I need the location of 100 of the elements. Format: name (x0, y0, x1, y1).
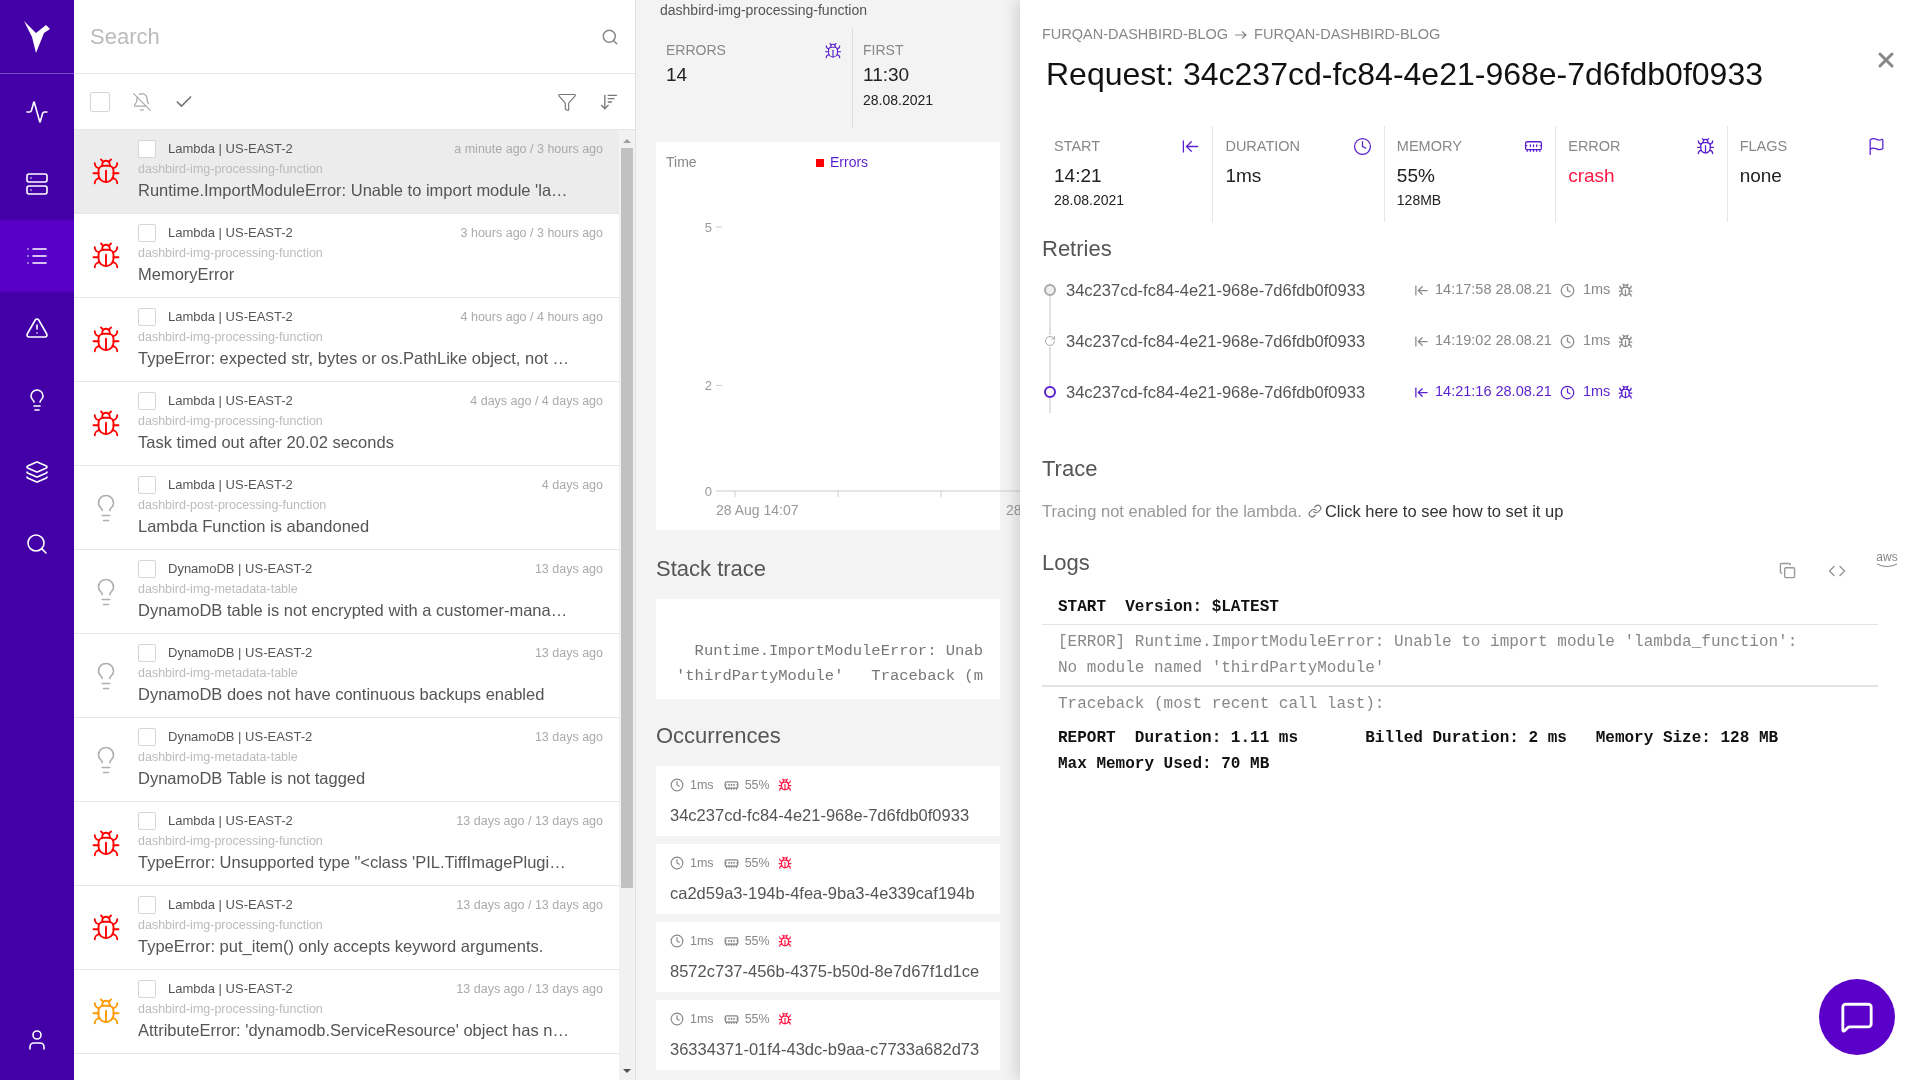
issue-message: MemoryError (138, 264, 236, 285)
clock-icon (670, 856, 684, 871)
stat-label: FIRST (863, 41, 904, 60)
stat-label: ERRORS (666, 41, 726, 60)
clock-icon (670, 1012, 684, 1027)
select-all-checkbox[interactable] (90, 91, 110, 112)
memory-label: 55% (744, 855, 770, 872)
clock-icon (1352, 137, 1372, 157)
issue-message: DynamoDB does not have continuous backups enabled (138, 684, 546, 705)
x-tick-label: 28 Aug 14:07 (716, 502, 799, 518)
setup-link[interactable]: Click here to see how to set it up (1324, 498, 1564, 524)
stat-value: crash (1568, 163, 1616, 188)
occurrence-card[interactable]: 1ms 55% 36334371-01f4-43dc-b9aa-c7733a682d73 (656, 1000, 1000, 1070)
retry-row[interactable]: 34c237cd-fc84-4e21-968e-7d6fdb0f0933 14:21:16 28.08.21 1ms (1044, 366, 1898, 418)
stat-label: START (1054, 136, 1101, 156)
stat-detail: 128MB (1396, 191, 1443, 210)
scroll-up-icon[interactable] (622, 136, 632, 146)
row-checkbox[interactable] (138, 224, 156, 242)
bug-icon (1618, 384, 1634, 400)
scroll-thumb[interactable] (621, 148, 633, 888)
section-title: Occurrences (655, 722, 782, 750)
occurrence-card[interactable]: 1ms 55% ca2d59a3-194b-4fea-9ba3-4e339caf194b (656, 844, 1000, 914)
row-checkbox[interactable] (138, 140, 156, 158)
search-icon[interactable] (601, 27, 619, 46)
request-title: Request: 34c237cd-fc84-4e21-968e-7d6fdb0f0933 (1046, 54, 1763, 94)
stat-label: DURATION (1225, 136, 1301, 156)
time-label: 4 days ago / 4 days ago (470, 392, 603, 410)
service-label: DynamoDB | US-EAST-2 (168, 644, 313, 663)
occurrence-card[interactable]: 1ms 55% 8572c737-456b-4375-b50d-8e7d67f1d1ce (656, 922, 1000, 992)
breadcrumb-item[interactable]: FURQAN-DASHBIRD-BLOG (1254, 24, 1441, 46)
retry-row[interactable]: 34c237cd-fc84-4e21-968e-7d6fdb0f0933 14:17:58 28.08.21 1ms (1044, 264, 1898, 316)
service-label: DynamoDB | US-EAST-2 (168, 560, 313, 579)
resource-name: dashbird-img-metadata-table (138, 665, 299, 682)
resource-name: dashbird-img-metadata-table (138, 581, 299, 598)
scrollbar[interactable] (619, 130, 635, 1080)
log-line: Traceback (most recent call last): (1058, 693, 1386, 715)
issue-message: Runtime.ImportModuleError: Unable to import module 'la… (138, 180, 569, 201)
row-checkbox[interactable] (138, 392, 156, 410)
bird-logo-icon (22, 18, 52, 55)
row-checkbox[interactable] (138, 644, 156, 662)
start-time: 14:19:02 28.08.21 (1435, 331, 1552, 351)
service-label: Lambda | US-EAST-2 (168, 980, 293, 999)
bug-icon (777, 856, 792, 871)
issue-message: AttributeError: 'dynamodb.ServiceResource' object has n… (138, 1020, 570, 1041)
row-checkbox[interactable] (138, 308, 156, 326)
time-label: 4 hours ago / 4 hours ago (460, 308, 603, 326)
issue-message: TypeError: put_item() only accepts keyword arguments. (138, 936, 545, 957)
resource-name: dashbird-img-processing-function (659, 1, 868, 18)
search-field[interactable]: Search (90, 20, 601, 53)
row-checkbox[interactable] (138, 980, 156, 998)
time-label: 4 days ago (541, 476, 603, 494)
search-icon (25, 532, 49, 556)
duration-label: 1ms (690, 855, 714, 872)
code-line: Runtime.ImportModuleError: Unab (693, 641, 984, 662)
log-line: REPORT Duration: 1.11 ms Billed Duration: 2 ms Memory Size: 128 MB (1058, 727, 1780, 749)
duration-label: 1ms (1582, 280, 1611, 300)
section-title: Stack trace (655, 555, 768, 583)
time-label: 3 hours ago / 3 hours ago (460, 224, 603, 242)
stat-value: 1ms (1225, 163, 1263, 188)
copy-icon[interactable] (1779, 562, 1796, 579)
row-checkbox[interactable] (138, 896, 156, 914)
chat-icon (1840, 1000, 1874, 1034)
link-icon (1307, 504, 1322, 519)
bug-icon (824, 41, 842, 60)
stat-value: 14:21 (1054, 163, 1103, 188)
aws-logo[interactable]: aws (1876, 551, 1898, 568)
service-label: Lambda | US-EAST-2 (168, 476, 293, 495)
row-checkbox[interactable] (138, 476, 156, 494)
duration-label: 1ms (1582, 331, 1611, 351)
duration-label: 1ms (690, 933, 714, 950)
duration-label: 1ms (690, 1011, 714, 1028)
section-title: Logs (1042, 549, 1090, 577)
clock-icon (1559, 282, 1575, 298)
issue-message: DynamoDB table is not encrypted with a customer-mana… (138, 600, 569, 621)
service-label: Lambda | US-EAST-2 (168, 896, 293, 915)
log-line: No module named 'thirdPartyModule' (1058, 657, 1386, 679)
request-id: 34c237cd-fc84-4e21-968e-7d6fdb0f0933 (1066, 279, 1367, 301)
bell-off-icon[interactable] (132, 91, 152, 112)
retry-row[interactable]: 34c237cd-fc84-4e21-968e-7d6fdb0f0933 14:19:02 28.08.21 1ms (1044, 315, 1898, 367)
resource-name: dashbird-img-processing-function (138, 917, 324, 934)
scroll-down-icon[interactable] (622, 1066, 632, 1076)
clock-icon (1559, 333, 1575, 349)
clock-icon (670, 934, 684, 949)
bug-icon (1695, 137, 1715, 157)
row-checkbox[interactable] (138, 812, 156, 830)
duration-label: 1ms (690, 777, 714, 794)
log-line: [ERROR] Runtime.ImportModuleError: Unable to import module 'lambda_function': (1058, 631, 1799, 653)
row-checkbox[interactable] (138, 728, 156, 746)
row-checkbox[interactable] (138, 560, 156, 578)
time-label: 13 days ago (534, 728, 603, 746)
filter-icon[interactable] (557, 91, 577, 112)
duration-label: 1ms (1582, 382, 1611, 402)
stat-value: 11:30 (863, 63, 911, 87)
stat-label: ERROR (1568, 136, 1621, 156)
layers-icon (25, 460, 49, 484)
clock-icon (670, 778, 684, 793)
tick-mark (715, 384, 723, 386)
occurrence-card[interactable]: 1ms 55% 34c237cd-fc84-4e21-968e-7d6fdb0f0933 (656, 766, 1000, 836)
breadcrumb-item[interactable]: FURQAN-DASHBIRD-BLOG (1042, 24, 1229, 46)
issue-message: Lambda Function is abandoned (138, 516, 371, 537)
